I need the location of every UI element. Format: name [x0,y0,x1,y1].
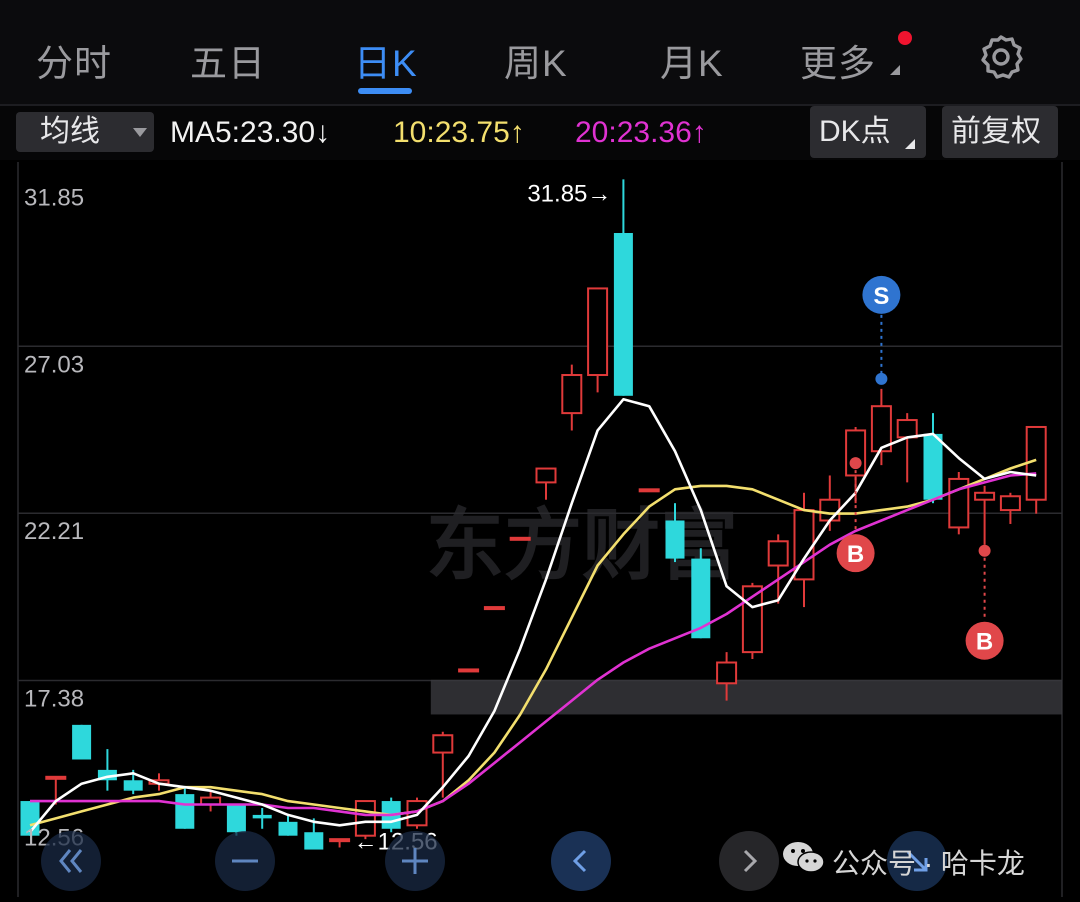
y-tick-label: 27.03 [24,351,84,378]
candle-body [767,540,789,567]
candle [252,807,272,829]
candle [613,179,633,396]
wechat-icon [783,842,825,873]
candle [587,287,609,393]
candle-body [587,287,609,377]
candle-body [535,467,557,484]
highlight-band [430,679,1062,715]
y-tick-label: 17.38 [24,686,84,713]
sell-signal-label: S [873,283,889,310]
candle-body [72,724,92,760]
signal-dot [849,457,862,470]
zoom-out-icon[interactable] [214,830,276,892]
candle [483,606,505,611]
candle-body [329,838,351,843]
ma5-line [28,397,1037,834]
y-tick-label: 22.21 [24,518,84,545]
candle [638,488,660,493]
candle [974,485,996,545]
double-chevron-left-icon[interactable] [40,830,102,892]
candle [999,492,1021,524]
candle [1025,425,1047,514]
candle-body [716,661,738,685]
candle-body [819,498,841,522]
candle [509,536,531,541]
candle [175,787,195,829]
buy-signal-label: B [976,629,993,656]
zoom-in-icon[interactable] [384,830,446,892]
candle [329,838,351,848]
candle-body [613,233,633,396]
source-tag: 公众号 · 哈卡龙 [832,848,1025,879]
candle-body [638,488,660,493]
candle-body [691,558,711,639]
chevron-right-icon[interactable] [718,830,780,892]
candle-body [483,606,505,611]
kline-chart[interactable]: 东方财富 SBB 31.8527.0322.2117.3812.56 31.85… [0,0,1080,902]
candle [72,724,92,760]
candle [278,814,298,836]
candle-body [226,804,246,833]
candle-body [304,832,324,850]
high-price-label: 31.85→ [527,180,611,207]
candle [458,668,480,673]
candle [896,413,918,483]
candle-body [175,794,195,829]
buy-signal-label: B [847,541,864,568]
candle-body [45,775,67,780]
candle-body [999,495,1021,512]
candle [561,364,583,431]
candle-body [665,520,685,559]
candle [767,534,789,604]
candle [97,749,117,791]
signal-dot [978,544,991,557]
candle-body [509,536,531,541]
candle [948,472,970,535]
candle-body [923,433,943,500]
chevron-left-icon[interactable] [550,830,612,892]
candle-body [561,374,583,415]
candle [741,582,763,660]
candle-body [432,734,454,754]
candle-body [896,419,918,439]
candle [923,413,943,504]
candle-body [252,814,272,819]
candle-body [123,780,143,791]
candle [870,388,892,466]
signal-dot [875,372,888,385]
candle-body [974,491,996,501]
candle [535,467,557,500]
y-tick-label: 31.85 [24,184,84,211]
candle-body [458,668,480,673]
candle-body [278,821,298,836]
